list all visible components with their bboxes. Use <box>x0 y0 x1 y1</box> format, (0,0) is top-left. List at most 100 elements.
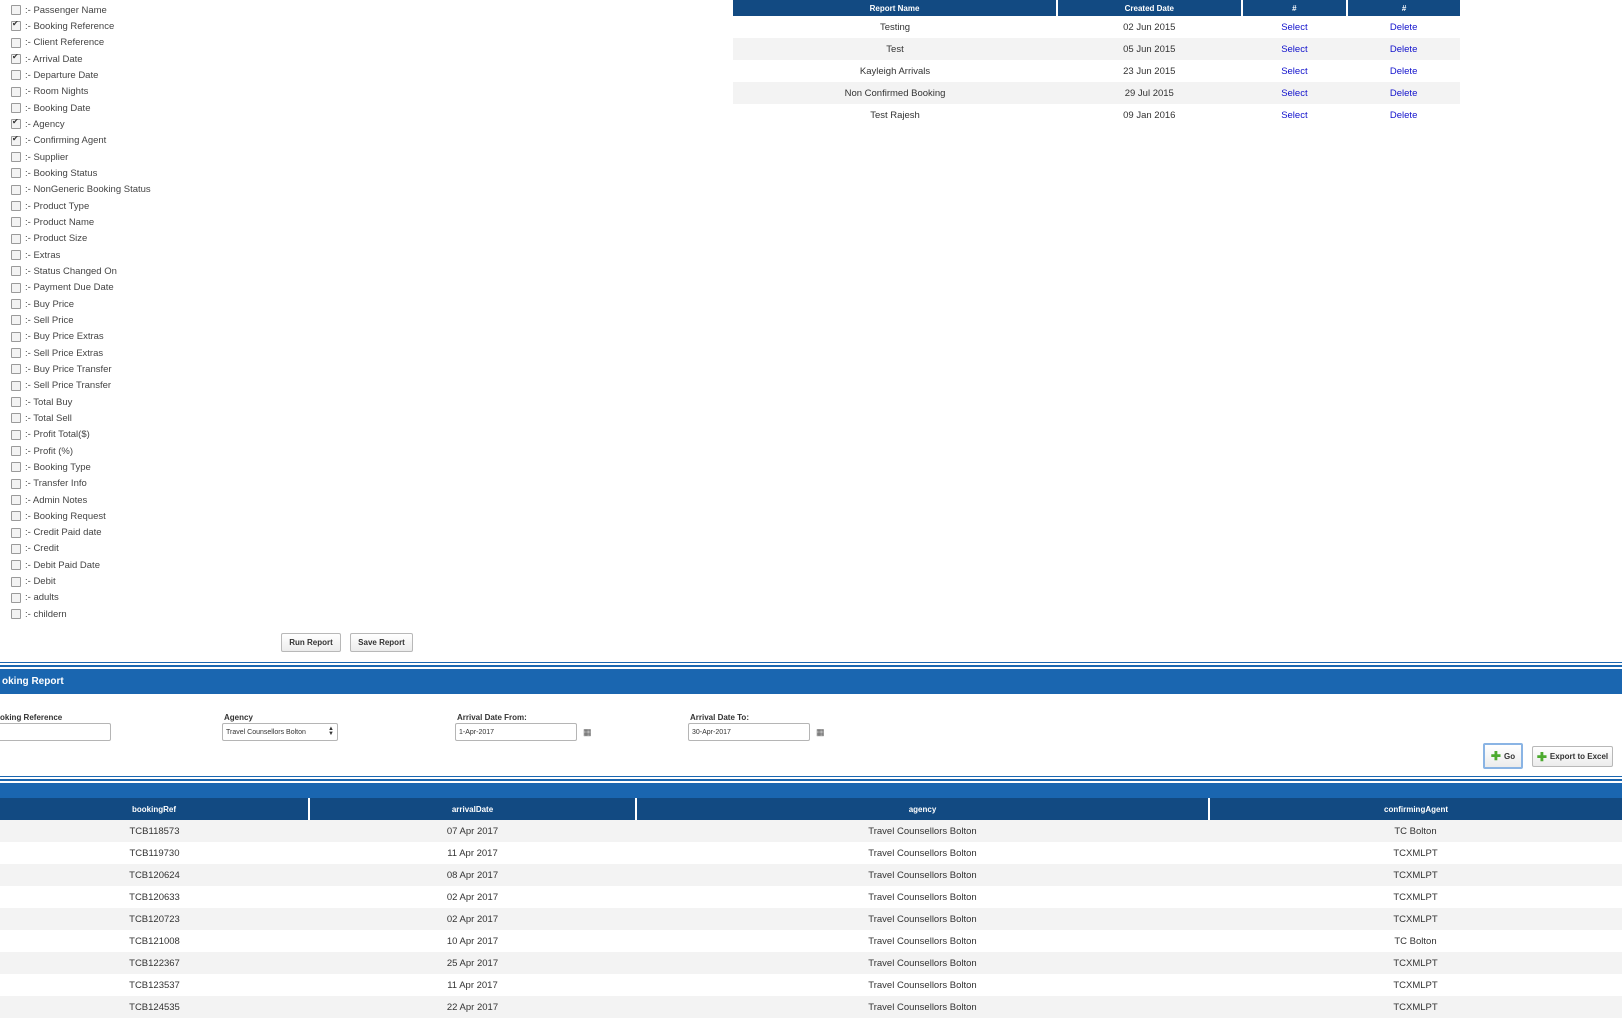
agency-selected-value: Travel Counsellors Bolton <box>226 728 306 736</box>
field-option-row[interactable]: :- Profit (%) <box>11 443 311 459</box>
field-checkbox[interactable] <box>11 117 21 130</box>
field-option-row[interactable]: :- Agency <box>11 116 311 132</box>
field-option-row[interactable]: :- Booking Date <box>11 100 311 116</box>
field-checkbox[interactable] <box>11 19 21 32</box>
field-checkbox[interactable] <box>11 86 21 97</box>
field-option-row[interactable]: :- Departure Date <box>11 67 311 83</box>
field-option-row[interactable]: :- Booking Request <box>11 508 311 524</box>
field-option-row[interactable]: :- Extras <box>11 247 311 263</box>
field-checkbox[interactable] <box>11 37 21 48</box>
field-option-row[interactable]: :- Supplier <box>11 149 311 165</box>
field-checkbox[interactable] <box>11 299 21 310</box>
field-checkbox[interactable] <box>11 134 21 146</box>
field-checkbox[interactable] <box>11 70 21 81</box>
select-report-link[interactable]: Select <box>1281 88 1307 99</box>
field-checkbox[interactable] <box>11 543 21 554</box>
export-to-excel-button[interactable]: ✚ Export to Excel <box>1532 746 1613 767</box>
field-option-row[interactable]: :- Booking Reference <box>11 18 311 34</box>
field-option-row[interactable]: :- Buy Price Transfer <box>11 361 311 377</box>
select-report-link[interactable]: Select <box>1281 22 1307 33</box>
field-option-row[interactable]: :- Product Type <box>11 198 311 214</box>
field-option-row[interactable]: :- Product Size <box>11 231 311 247</box>
field-option-row[interactable]: :- adults <box>11 590 311 606</box>
field-checkbox[interactable] <box>11 511 21 522</box>
arrival-to-input[interactable]: 30-Apr-2017 <box>688 723 810 741</box>
delete-report-link[interactable]: Delete <box>1390 66 1417 77</box>
created-date-cell: 23 Jun 2015 <box>1123 65 1176 77</box>
field-checkbox[interactable] <box>11 103 21 114</box>
field-option-row[interactable]: :- Credit <box>11 541 311 557</box>
field-option-row[interactable]: :- Status Changed On <box>11 263 311 279</box>
field-option-row[interactable]: :- Booking Type <box>11 459 311 475</box>
field-option-row[interactable]: :- Debit <box>11 573 311 589</box>
go-button[interactable]: ✚ Go <box>1483 743 1523 769</box>
delete-report-link[interactable]: Delete <box>1390 44 1417 55</box>
delete-report-link[interactable]: Delete <box>1390 88 1417 99</box>
field-checkbox[interactable] <box>11 429 21 440</box>
field-option-row[interactable]: :- Room Nights <box>11 84 311 100</box>
field-option-row[interactable]: :- Product Name <box>11 214 311 230</box>
field-checkbox[interactable] <box>11 560 21 571</box>
field-option-row[interactable]: :- Confirming Agent <box>11 133 311 149</box>
field-checkbox[interactable] <box>11 364 21 375</box>
field-option-row[interactable]: :- Client Reference <box>11 35 311 51</box>
select-report-link[interactable]: Select <box>1281 44 1307 55</box>
booking-reference-input[interactable] <box>0 723 111 741</box>
field-checkbox[interactable] <box>11 592 21 603</box>
field-option-row[interactable]: :- Total Buy <box>11 394 311 410</box>
field-option-row[interactable]: :- Admin Notes <box>11 492 311 508</box>
field-checkbox[interactable] <box>11 576 21 587</box>
field-option-row[interactable]: :- Sell Price Extras <box>11 345 311 361</box>
field-checkbox[interactable] <box>11 478 21 489</box>
run-report-button[interactable]: Run Report <box>281 633 341 652</box>
field-option-row[interactable]: :- childern <box>11 606 311 622</box>
field-checkbox[interactable] <box>11 446 21 457</box>
field-checkbox[interactable] <box>11 609 21 620</box>
field-checkbox[interactable] <box>11 233 21 244</box>
field-checkbox[interactable] <box>11 250 21 261</box>
field-checkbox[interactable] <box>11 331 21 342</box>
field-option-row[interactable]: :- Profit Total($) <box>11 427 311 443</box>
field-checkbox[interactable] <box>11 527 21 538</box>
arrival-from-input[interactable]: 1-Apr-2017 <box>455 723 577 741</box>
field-option-row[interactable]: :- Debit Paid Date <box>11 557 311 573</box>
field-checkbox[interactable] <box>11 495 21 505</box>
field-checkbox[interactable] <box>11 413 21 424</box>
field-option-row[interactable]: :- Sell Price <box>11 312 311 328</box>
field-checkbox[interactable] <box>11 217 21 228</box>
field-option-row[interactable]: :- Passenger Name <box>11 2 311 18</box>
select-report-link[interactable]: Select <box>1281 66 1307 77</box>
field-option-row[interactable]: :- Payment Due Date <box>11 280 311 296</box>
field-checkbox[interactable] <box>11 348 21 359</box>
field-option-row[interactable]: :- NonGeneric Booking Status <box>11 182 311 198</box>
field-checkbox[interactable] <box>11 184 21 195</box>
field-option-row[interactable]: :- Sell Price Transfer <box>11 378 311 394</box>
delete-report-link[interactable]: Delete <box>1390 110 1417 121</box>
field-checkbox[interactable] <box>11 380 21 391</box>
table-cell: Delete <box>1347 104 1460 126</box>
agency-select[interactable]: Travel Counsellors Bolton ▲ ▼ <box>222 723 338 741</box>
delete-report-link[interactable]: Delete <box>1390 22 1417 33</box>
field-checkbox[interactable] <box>11 201 21 212</box>
field-checkbox[interactable] <box>11 168 21 179</box>
field-checkbox[interactable] <box>11 462 21 473</box>
select-report-link[interactable]: Select <box>1281 110 1307 121</box>
field-option-row[interactable]: :- Arrival Date <box>11 51 311 67</box>
calendar-icon[interactable]: ▦ <box>583 727 592 738</box>
field-option-row[interactable]: :- Buy Price <box>11 296 311 312</box>
field-option-row[interactable]: :- Buy Price Extras <box>11 329 311 345</box>
table-cell: 29 Jul 2015 <box>1057 82 1242 104</box>
field-checkbox[interactable] <box>11 397 21 408</box>
field-option-row[interactable]: :- Booking Status <box>11 165 311 181</box>
calendar-icon[interactable]: ▦ <box>816 727 825 738</box>
field-checkbox[interactable] <box>11 52 21 65</box>
field-checkbox[interactable] <box>11 282 21 293</box>
field-option-row[interactable]: :- Total Sell <box>11 410 311 426</box>
field-checkbox[interactable] <box>11 152 21 163</box>
save-report-button[interactable]: Save Report <box>350 633 413 652</box>
field-option-row[interactable]: :- Transfer Info <box>11 476 311 492</box>
field-checkbox[interactable] <box>11 315 21 326</box>
field-checkbox[interactable] <box>11 5 21 16</box>
field-checkbox[interactable] <box>11 266 21 277</box>
field-option-row[interactable]: :- Credit Paid date <box>11 525 311 541</box>
